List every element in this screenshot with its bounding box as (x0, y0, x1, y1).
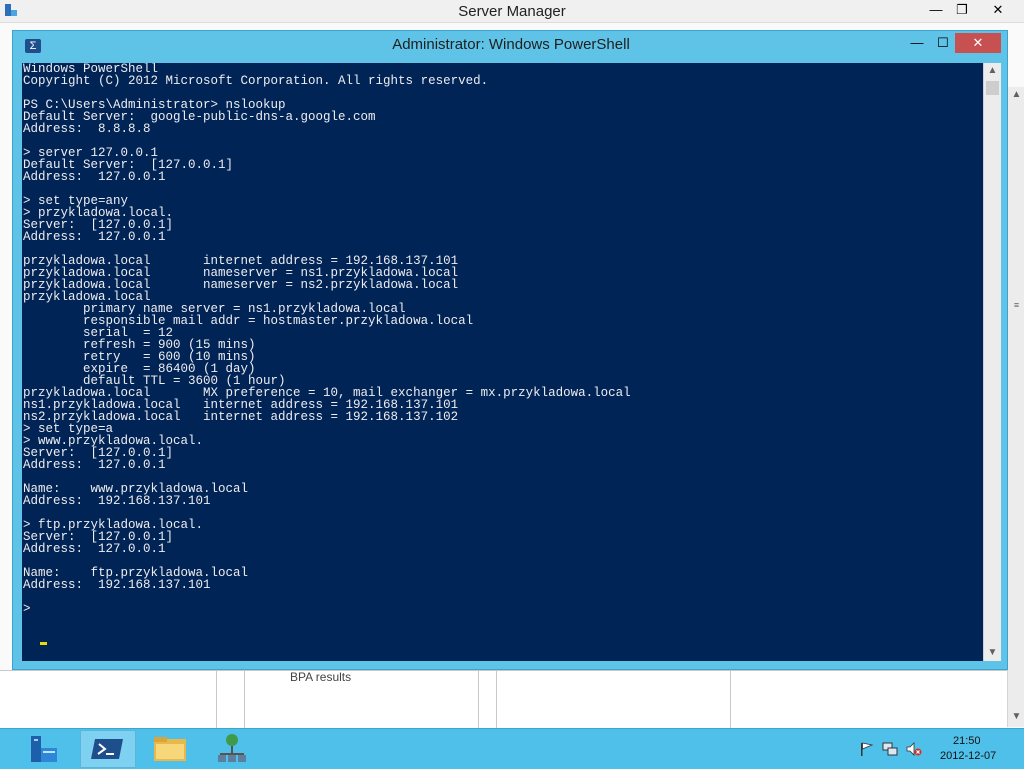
taskbar-server-manager-button[interactable] (16, 730, 72, 768)
clock-date[interactable]: 2012-12-07 (940, 750, 996, 762)
bpa-results-link[interactable]: BPA results (290, 670, 351, 684)
powershell-window-title: Administrator: Windows PowerShell (392, 36, 630, 53)
clock-time[interactable]: 21:50 (953, 735, 981, 747)
server-manager-titlebar: Server Manager — ❐ ✕ (0, 0, 1024, 23)
powershell-scrollbar[interactable]: ▲ ▼ (983, 63, 1001, 661)
tile-divider (216, 670, 217, 728)
speaker-muted-icon[interactable] (906, 741, 922, 757)
tile-divider (730, 670, 731, 728)
taskbar-file-explorer-button[interactable] (142, 730, 198, 768)
powershell-icon (91, 739, 123, 759)
server-manager-icon (31, 736, 57, 762)
server-manager-scroll-up-icon[interactable]: ▲ (1008, 87, 1024, 103)
tile-divider (496, 670, 497, 728)
taskbar: 21:50 2012-12-07 (0, 728, 1024, 769)
server-manager-restore-button[interactable]: ❐ (948, 0, 976, 20)
server-manager-scrollbar[interactable]: ▲ ≡ ▼ (1007, 87, 1024, 727)
taskbar-network-button[interactable] (204, 730, 260, 768)
scroll-down-icon[interactable]: ▼ (984, 645, 1001, 661)
powershell-window: Σ Administrator: Windows PowerShell — ☐ … (12, 30, 1008, 670)
network-icon (218, 734, 246, 762)
network-tray-icon[interactable] (882, 741, 898, 757)
server-manager-scroll-down-icon[interactable]: ▼ (1008, 709, 1024, 725)
scroll-thumb[interactable] (986, 81, 999, 95)
flag-icon[interactable] (858, 741, 874, 757)
powershell-close-button[interactable]: ✕ (955, 33, 1001, 53)
console-cursor (40, 642, 47, 645)
server-manager-close-button[interactable]: ✕ (984, 0, 1012, 20)
console-output: Windows PowerShell Copyright (C) 2012 Mi… (23, 63, 631, 616)
server-manager-tile-row (0, 670, 1007, 729)
file-explorer-icon (154, 737, 186, 761)
server-manager-scroll-grip-icon[interactable]: ≡ (1008, 297, 1024, 313)
tile-divider (244, 670, 245, 728)
tile-divider (478, 670, 479, 728)
scroll-up-icon[interactable]: ▲ (984, 63, 1001, 79)
taskbar-powershell-button[interactable] (80, 730, 136, 768)
server-manager-title: Server Manager (458, 3, 566, 20)
server-manager-minimize-button[interactable]: — (922, 0, 950, 20)
powershell-console[interactable]: Windows PowerShell Copyright (C) 2012 Mi… (22, 63, 983, 661)
